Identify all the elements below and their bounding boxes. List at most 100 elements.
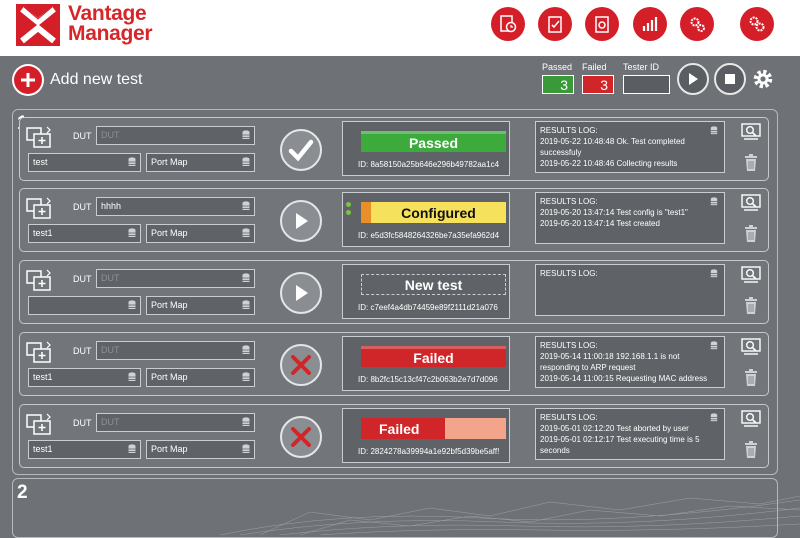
- test-config-field[interactable]: test1: [28, 440, 141, 459]
- status-led-icon: [346, 210, 351, 215]
- view-details-icon[interactable]: [741, 338, 761, 356]
- test-config-icon[interactable]: [25, 339, 55, 367]
- settings-list-icon: [595, 16, 609, 33]
- log-line: 2019-05-20 13:47:14 Test config is "test…: [540, 208, 688, 217]
- stop-icon: [725, 74, 735, 84]
- group-number: 2: [17, 482, 28, 503]
- trash-icon[interactable]: [744, 369, 758, 386]
- add-new-test-button[interactable]: Add new test: [12, 64, 143, 96]
- results-log[interactable]: RESULTS LOG: 2019-05-14 11:00:18 192.168.…: [535, 336, 725, 388]
- report-clock-button[interactable]: [491, 7, 525, 41]
- database-icon: [242, 201, 250, 210]
- test-id: ID: 2824278a39994a1e92bf5d39be5aff!: [358, 447, 500, 456]
- log-line: 2019-05-14 11:00:15 Requesting MAC addre…: [540, 374, 708, 383]
- results-log[interactable]: RESULTS LOG: 2019-05-22 10:48:48 Ok. Test…: [535, 121, 725, 173]
- dut-input[interactable]: hhhh: [96, 197, 255, 216]
- database-icon: [242, 444, 250, 453]
- run-test-button[interactable]: [280, 344, 322, 386]
- dut-label: DUT: [73, 131, 92, 141]
- test-row: DUT DUT Port Map New test ID: c7eef4a4db7445…: [19, 260, 769, 324]
- port-map-field[interactable]: Port Map: [146, 224, 255, 243]
- test-row: DUT hhhh test1 Port Map Configured ID: e5d3fc…: [19, 188, 769, 252]
- test-config-icon[interactable]: [25, 411, 55, 439]
- test-status: Failed ID: 2824278a39994a1e92bf5d39be5aff…: [342, 408, 510, 463]
- dut-input[interactable]: DUT: [96, 126, 255, 145]
- log-line: 2019-05-01 02:12:17 Test executing time …: [540, 435, 700, 455]
- test-config-icon[interactable]: [25, 267, 55, 295]
- stop-all-button[interactable]: [714, 63, 746, 95]
- dut-label: DUT: [73, 418, 92, 428]
- port-map-field[interactable]: Port Map: [146, 368, 255, 387]
- test-config-value: test1: [33, 372, 53, 382]
- run-all-button[interactable]: [677, 63, 709, 95]
- port-map-label: Port Map: [151, 300, 188, 310]
- run-test-button[interactable]: [280, 129, 322, 171]
- status-led-icon: [346, 202, 351, 207]
- results-log-title: RESULTS LOG:: [540, 197, 598, 206]
- test-id: ID: e5d3fc5848264326be7a35efa962d4: [358, 231, 500, 240]
- run-test-button[interactable]: [280, 416, 322, 458]
- test-config-field[interactable]: test1: [28, 224, 141, 243]
- settings-gear-icon[interactable]: [751, 67, 775, 91]
- test-config-value: test1: [33, 228, 53, 238]
- results-log-title: RESULTS LOG:: [540, 269, 598, 278]
- trash-icon[interactable]: [744, 154, 758, 171]
- test-status: Failed ID: 8b2fc15c13cf47c2b063b2e7d7d096: [342, 336, 510, 391]
- dut-value: DUT: [101, 273, 120, 283]
- results-log-title: RESULTS LOG:: [540, 413, 598, 422]
- app-header: Vantage Manager: [0, 0, 800, 56]
- results-log[interactable]: RESULTS LOG:: [535, 264, 725, 316]
- statistics-button[interactable]: [633, 7, 667, 41]
- status-label: Passed: [361, 131, 506, 152]
- log-line: 2019-05-01 02:12:20 Test aborted by user: [540, 424, 689, 433]
- trash-icon[interactable]: [744, 225, 758, 242]
- database-icon: [710, 269, 718, 278]
- database-icon: [128, 372, 136, 381]
- run-test-button[interactable]: [280, 272, 322, 314]
- test-config-field[interactable]: test1: [28, 368, 141, 387]
- view-details-icon[interactable]: [741, 410, 761, 428]
- brand-line-1: Vantage: [68, 2, 147, 25]
- tester-id-label: Tester ID: [623, 62, 660, 72]
- port-map-field[interactable]: Port Map: [146, 440, 255, 459]
- results-log-title: RESULTS LOG:: [540, 126, 598, 135]
- view-details-icon[interactable]: [741, 266, 761, 284]
- trash-icon[interactable]: [744, 441, 758, 458]
- dut-input[interactable]: DUT: [96, 341, 255, 360]
- settings-list-button[interactable]: [585, 7, 619, 41]
- test-config-value: test: [33, 157, 48, 167]
- app-brand: Vantage Manager: [68, 2, 153, 44]
- checklist-button[interactable]: [538, 7, 572, 41]
- x-mark-icon: [289, 425, 313, 449]
- test-id: ID: 8a58150a25b646e296b49782aa1c4: [358, 160, 500, 169]
- test-row: DUT DUT test Port Map Passed ID: 8a58150a25b6…: [19, 117, 769, 181]
- test-config-icon[interactable]: [25, 124, 55, 152]
- tester-id-input[interactable]: [623, 75, 670, 94]
- run-test-button[interactable]: [280, 200, 322, 242]
- play-icon: [689, 73, 698, 85]
- dut-input[interactable]: DUT: [96, 413, 255, 432]
- test-config-icon[interactable]: [25, 195, 55, 223]
- port-map-field[interactable]: Port Map: [146, 153, 255, 172]
- database-icon: [710, 341, 718, 350]
- dut-input[interactable]: DUT: [96, 269, 255, 288]
- database-icon: [710, 197, 718, 206]
- failed-count: 3: [582, 75, 614, 94]
- test-config-field[interactable]: test: [28, 153, 141, 172]
- status-label: New test: [361, 274, 506, 295]
- results-log[interactable]: RESULTS LOG: 2019-05-20 13:47:14 Test con…: [535, 192, 725, 244]
- view-details-icon[interactable]: [741, 194, 761, 212]
- test-config-field[interactable]: [28, 296, 141, 315]
- view-details-icon[interactable]: [741, 123, 761, 141]
- system-settings-button[interactable]: [680, 7, 714, 41]
- checkmark-icon: [288, 138, 314, 162]
- user-settings-button[interactable]: [740, 7, 774, 41]
- port-map-label: Port Map: [151, 444, 188, 454]
- trash-icon[interactable]: [744, 297, 758, 314]
- gears-icon: [690, 17, 705, 32]
- database-icon: [242, 372, 250, 381]
- port-map-field[interactable]: Port Map: [146, 296, 255, 315]
- passed-label: Passed: [542, 62, 573, 72]
- play-icon: [292, 283, 310, 303]
- results-log[interactable]: RESULTS LOG: 2019-05-01 02:12:20 Test abo…: [535, 408, 725, 460]
